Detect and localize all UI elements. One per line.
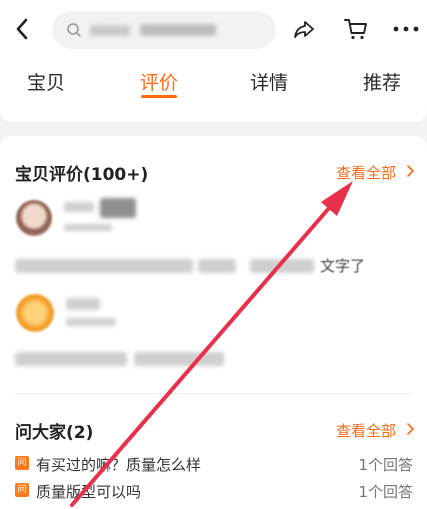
- search-icon: [67, 23, 81, 37]
- list-item[interactable]: 问 质量版型可以吗 1个回答: [15, 481, 415, 503]
- previous-card-bottom: [0, 110, 427, 122]
- list-item[interactable]: 问 有买过的嘛？质量怎么样 1个回答: [15, 454, 415, 476]
- reviews-card: 宝贝评价(100+) 查看全部 文字了 问大家(2) 查看全部 问 有买过的嘛？…: [0, 136, 427, 509]
- active-tab-indicator: [141, 95, 177, 98]
- question-text: 有买过的嘛？质量怎么样: [36, 456, 202, 474]
- review-text-blurred: [15, 352, 127, 366]
- review-text-partial: 文字了: [320, 257, 366, 275]
- avatar: [16, 200, 52, 236]
- qa-view-all-link[interactable]: 查看全部: [336, 420, 396, 441]
- reviewer-name-blurred: [66, 298, 100, 310]
- tab-bar: 宝贝 评价 详情 推荐: [0, 58, 427, 110]
- review-text-blurred: [134, 352, 224, 366]
- question-text: 质量版型可以吗: [36, 483, 142, 501]
- chevron-left-icon: [16, 18, 28, 40]
- reviews-section-title: 宝贝评价(100+): [15, 165, 149, 185]
- answer-count: 1个回答: [358, 483, 413, 501]
- tab-details[interactable]: 详情: [250, 68, 288, 95]
- review-meta-blurred: [64, 224, 112, 231]
- review-text-blurred: [250, 259, 314, 273]
- search-input[interactable]: [52, 11, 276, 49]
- tab-recommend[interactable]: 推荐: [363, 68, 401, 95]
- tab-reviews[interactable]: 评价: [140, 68, 178, 95]
- review-text-blurred: [15, 259, 193, 273]
- search-placeholder-blurred: [90, 25, 130, 36]
- chevron-right-icon: [407, 423, 414, 435]
- chevron-right-icon: [407, 165, 414, 177]
- top-bar: [0, 0, 427, 58]
- divider: [15, 393, 412, 394]
- tab-baobei[interactable]: 宝贝: [27, 68, 65, 95]
- question-icon: 问: [15, 483, 29, 497]
- reviewer-name-blurred: [100, 198, 136, 218]
- reviews-view-all-link[interactable]: 查看全部: [336, 162, 396, 183]
- search-placeholder-blurred: [140, 24, 216, 36]
- more-icon[interactable]: [391, 17, 421, 41]
- share-icon[interactable]: [292, 17, 316, 41]
- answer-count: 1个回答: [358, 456, 413, 474]
- review-text-blurred: [198, 259, 236, 273]
- question-icon: 问: [15, 456, 29, 470]
- qa-section-title: 问大家(2): [15, 423, 94, 443]
- reviewer-name-blurred: [64, 202, 94, 212]
- review-meta-blurred: [66, 318, 116, 326]
- avatar: [16, 294, 54, 332]
- cart-icon[interactable]: [343, 16, 369, 42]
- back-button[interactable]: [8, 14, 36, 44]
